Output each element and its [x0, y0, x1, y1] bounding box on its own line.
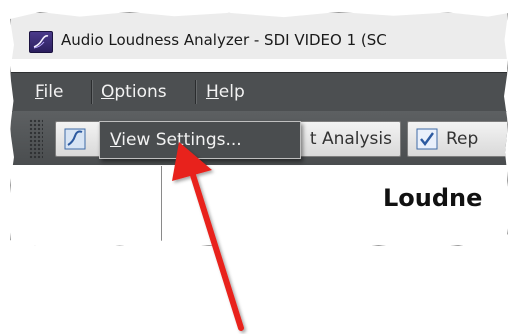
title-bar: Audio Loudness Analyzer - SDI VIDEO 1 (S… [11, 13, 507, 59]
menu-file-mnemonic: F [35, 82, 44, 102]
menu-options-label: ptions [114, 82, 167, 102]
menu-item-view-settings[interactable]: View Settings... [110, 122, 242, 158]
content-area: Loudne [11, 166, 507, 245]
toolbar-grip-handle[interactable] [29, 119, 43, 159]
menu-file-label: ile [43, 82, 64, 102]
toolbar-report-label: Rep [446, 129, 479, 149]
menu-help-label: elp [218, 82, 245, 102]
toolbar-report-button[interactable]: Rep [407, 121, 507, 157]
screenshot-card: Audio Loudness Analyzer - SDI VIDEO 1 (S… [10, 12, 508, 246]
options-dropdown-menu: View Settings... [99, 121, 301, 159]
menu-bar: File Options Help [11, 72, 507, 112]
menu-help-mnemonic: H [206, 82, 219, 102]
menu-options[interactable]: Options [101, 73, 167, 111]
content-left-panel [11, 166, 162, 245]
menu-separator [91, 80, 92, 104]
menu-separator [195, 80, 196, 104]
view-settings-label: iew Settings... [121, 130, 242, 150]
window-title: Audio Loudness Analyzer - SDI VIDEO 1 (S… [61, 31, 387, 49]
content-title: Loudne [383, 184, 483, 212]
menu-options-mnemonic: O [101, 82, 115, 102]
report-check-icon [416, 128, 438, 150]
app-waveform-icon [29, 31, 53, 53]
chart-icon [64, 128, 86, 150]
view-settings-mnemonic: V [110, 130, 122, 150]
menu-file[interactable]: File [35, 73, 63, 111]
toolbar-analysis-label: t Analysis [309, 129, 392, 149]
menu-help[interactable]: Help [206, 73, 245, 111]
